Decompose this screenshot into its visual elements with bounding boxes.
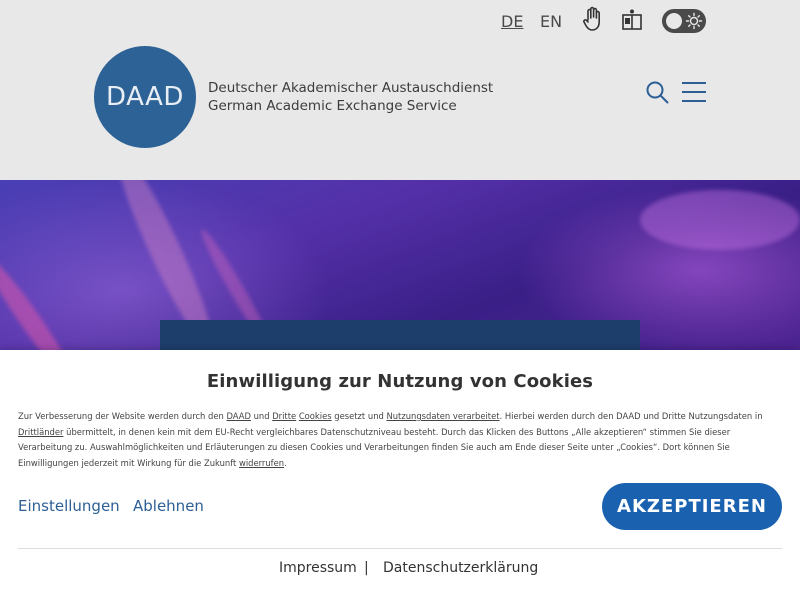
light-streak — [640, 190, 800, 250]
divider — [18, 548, 782, 549]
toggle-knob — [666, 13, 682, 29]
logo-text: DAAD — [106, 82, 184, 112]
hamburger-menu-icon[interactable] — [682, 81, 706, 103]
dark-mode-toggle[interactable] — [662, 9, 706, 33]
usage-data-link[interactable]: Nutzungsdaten verarbeitet — [386, 411, 499, 421]
organization-name-en: German Academic Exchange Service — [208, 98, 457, 114]
reject-button[interactable]: Ablehnen — [133, 497, 204, 515]
text-segment: übermittelt, in denen kein mit dem EU-Re… — [18, 426, 731, 468]
accept-button[interactable]: AKZEPTIEREN — [602, 483, 782, 530]
revoke-link[interactable]: widerrufen — [239, 458, 284, 468]
settings-button[interactable]: Einstellungen — [18, 497, 120, 515]
hero-teaser-box — [160, 320, 640, 350]
light-streak — [0, 248, 85, 350]
hero-image — [0, 180, 800, 350]
language-en-link[interactable]: EN — [540, 12, 562, 31]
easy-language-book-icon[interactable] — [620, 8, 644, 32]
third-countries-link[interactable]: Drittländer — [18, 427, 63, 437]
search-icon[interactable] — [645, 80, 669, 104]
text-segment: . Hierbei werden durch den DAAD und Drit… — [499, 411, 763, 421]
imprint-link[interactable]: Impressum — [279, 560, 357, 576]
footer-separator: | — [364, 560, 369, 576]
site-header: DE EN DAAD Deutscher Akademischer Austau… — [0, 0, 800, 180]
text-segment: Zur Verbesserung der Website werden durc… — [18, 411, 227, 421]
organization-name: Deutscher Akademischer Austauschdienst G… — [208, 79, 493, 115]
sun-icon — [685, 12, 703, 30]
privacy-policy-link[interactable]: Datenschutzerklärung — [383, 560, 538, 576]
organization-name-de: Deutscher Akademischer Austauschdienst — [208, 80, 494, 96]
daad-logo[interactable]: DAAD — [94, 46, 196, 148]
third-parties-link[interactable]: Dritte — [272, 411, 296, 421]
cookie-banner-text: Zur Verbesserung der Website werden durc… — [18, 409, 784, 471]
text-segment: . — [284, 457, 287, 468]
daad-link[interactable]: DAAD — [226, 411, 250, 421]
text-segment: und — [250, 411, 273, 421]
text-segment: gesetzt und — [331, 411, 387, 421]
sign-language-hand-icon[interactable] — [581, 6, 605, 32]
cookie-banner-title: Einwilligung zur Nutzung von Cookies — [206, 371, 594, 392]
language-de-link[interactable]: DE — [501, 12, 523, 31]
cookies-link[interactable]: Cookies — [299, 411, 332, 421]
cookie-consent-banner: Einwilligung zur Nutzung von Cookies Zur… — [0, 350, 800, 600]
